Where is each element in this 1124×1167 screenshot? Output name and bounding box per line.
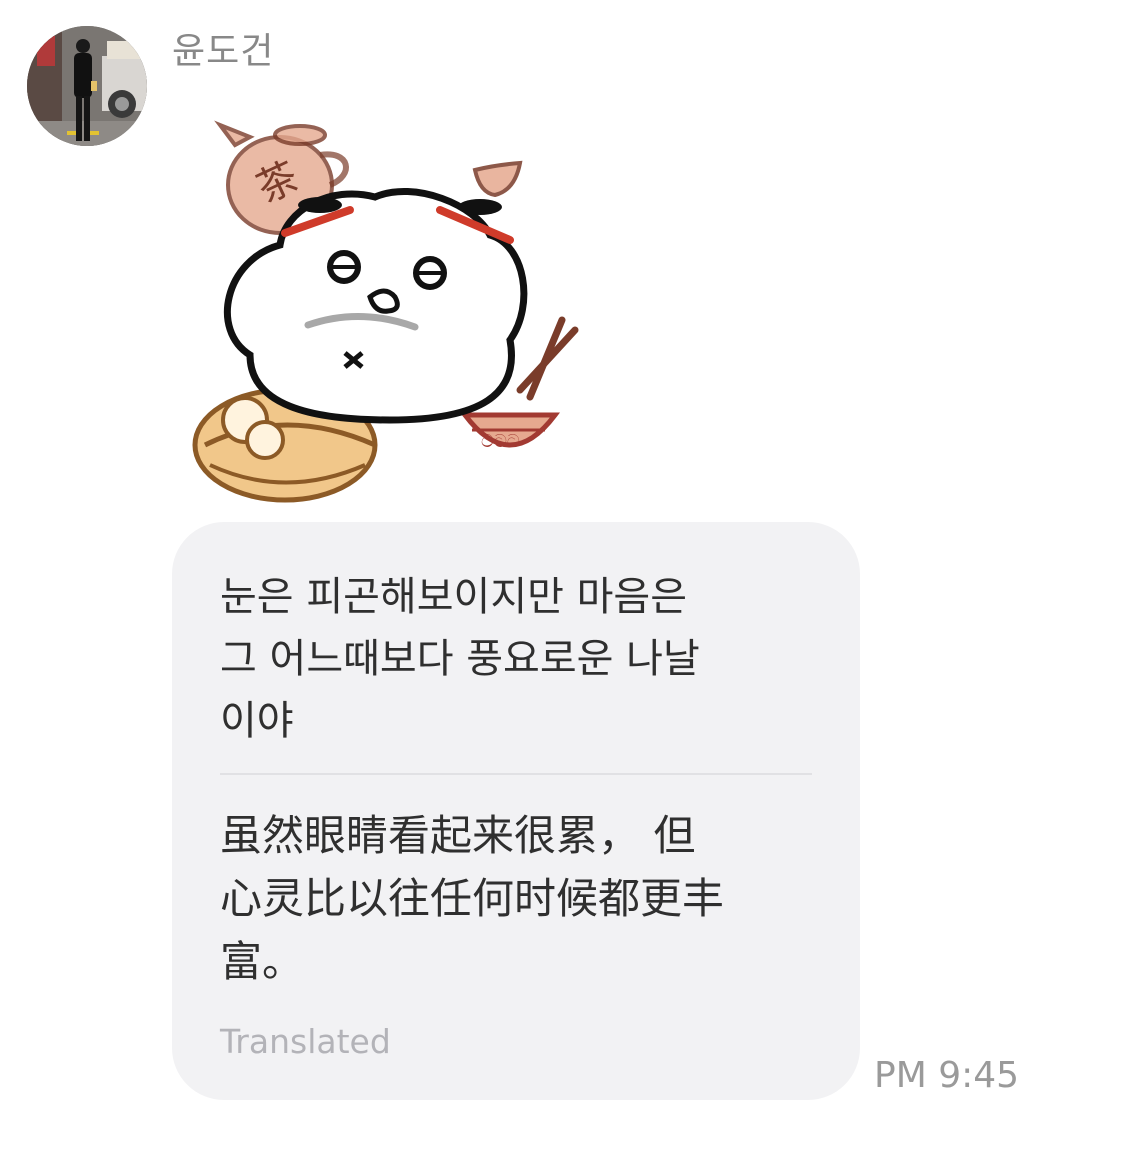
profile-photo [27, 26, 147, 146]
svg-text:ටටට: ටටට [481, 431, 520, 452]
teacup-icon [472, 160, 523, 198]
dumpling-bun-character-sticker[interactable]: 茶 ටටට [190, 115, 590, 510]
sender-name: 윤도건 [172, 31, 275, 72]
translation-divider [220, 773, 812, 775]
message-bubble[interactable]: 눈은 피곤해보이지만 마음은 그 어느때보다 풍요로운 나날 이야 虽然眼睛看起… [172, 522, 860, 1100]
translated-label: Translated [220, 1022, 391, 1061]
original-message-text: 눈은 피곤해보이지만 마음은 그 어느때보다 풍요로운 나날 이야 [220, 574, 700, 744]
sender-avatar[interactable] [27, 26, 147, 146]
message-timestamp: PM 9:45 [874, 1055, 1020, 1096]
translated-message-text: 虽然眼睛看起来很累， 但 心灵比以往任何时候都更丰 富。 [220, 811, 725, 986]
